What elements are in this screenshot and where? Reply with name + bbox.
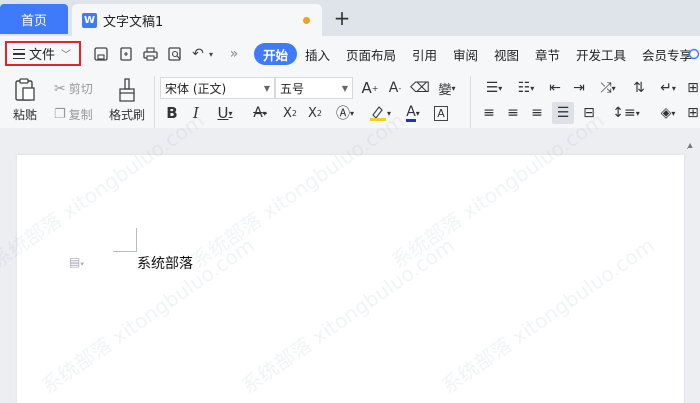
document-tab[interactable]: W 文字文稿1 [72,4,322,36]
menu-tabs: 开始 插入 页面布局 引用 审阅 视图 章节 开发工具 会员专享 [254,42,700,66]
strikethrough-icon[interactable]: A ▾ [246,102,274,124]
highlight-color-icon[interactable]: ▾ [365,102,395,124]
font-name-value: 宋体 (正文) [165,81,227,96]
search-icon[interactable] [688,44,700,64]
bullet-list-icon[interactable]: ☰ ▾ [480,77,508,99]
align-center-icon[interactable]: ≡ [504,102,522,124]
tab-review[interactable]: 审阅 [445,43,486,65]
print-preview-icon[interactable] [166,44,184,64]
divider [470,76,471,128]
margin-marker-vertical [136,228,137,252]
unsaved-indicator-icon [303,17,310,24]
justify-icon[interactable]: ☰ [552,102,574,124]
file-menu-button[interactable]: 文件 ﹀ [5,41,81,66]
tab-developer[interactable]: 开发工具 [568,43,634,65]
tab-page-layout[interactable]: 页面布局 [338,43,404,65]
more-double-chevron-icon[interactable]: » [227,44,241,64]
tab-references[interactable]: 引用 [404,43,445,65]
paste-dropdown-chevron-icon[interactable]: ▾ [30,108,34,117]
home-tab[interactable]: 首页 [0,4,68,34]
chinese-layout-icon[interactable]: ⤮ ▾ [594,77,622,99]
hamburger-icon [13,48,25,59]
align-right-icon[interactable]: ≡ [528,102,546,124]
chevron-down-icon: ﹀ [61,50,72,61]
writer-doc-icon: W [82,12,97,28]
increase-font-size-icon[interactable]: A + [361,77,379,99]
format-painter-label: 格式刷 [108,108,145,122]
tab-insert[interactable]: 插入 [297,43,338,65]
numbered-list-icon[interactable]: ☷ ▾ [512,77,540,99]
copy-button[interactable]: ❐ 复制 [54,106,93,123]
borders-icon[interactable]: ⊞ [686,102,700,124]
font-color-icon[interactable]: A ▾ [399,102,427,124]
brush-icon [119,78,135,102]
paragraph-handle-icon[interactable]: ▤▾ [69,255,84,269]
chevron-down-icon: ▼ [263,83,270,93]
italic-icon[interactable]: I [187,102,205,124]
clear-formatting-eraser-icon[interactable]: ⌫ [410,77,430,99]
cut-label: 剪切 [68,82,93,96]
tab-home[interactable]: 开始 [254,43,297,65]
show-hide-marks-icon[interactable]: ↵ ▾ [654,77,682,99]
align-left-icon[interactable]: ≡ [480,102,498,124]
bold-icon[interactable]: B [163,102,181,124]
cut-button[interactable]: ✂ 剪切 [54,80,93,97]
tab-bar: 首页 W 文字文稿1 + [0,0,700,36]
shading-icon[interactable]: ◈ ▾ [654,102,682,124]
home-tab-label: 首页 [20,13,47,29]
format-painter-button[interactable]: 格式刷 [106,78,148,123]
decrease-indent-icon[interactable]: ⇤ [546,77,564,99]
export-pdf-icon[interactable] [117,44,135,64]
document-page[interactable]: ▤▾ 系统部落 [17,155,684,403]
new-tab-plus-icon[interactable]: + [330,6,354,30]
document-body-text[interactable]: 系统部落 [137,253,193,273]
character-border-icon[interactable]: A [432,102,450,124]
subscript-icon[interactable]: X2 [305,102,325,124]
distributed-align-icon[interactable]: ⊟ [580,102,598,124]
tab-section[interactable]: 章节 [527,43,568,65]
margin-marker-horizontal [113,251,137,252]
document-area: ▤▾ 系统部落 [0,128,700,403]
paste-button[interactable]: 粘贴 [8,78,42,123]
undo-icon[interactable]: ↶ [190,44,206,64]
print-icon[interactable] [141,44,159,64]
decrease-font-size-icon[interactable]: A- [386,77,404,99]
copy-label: 复制 [68,108,93,122]
clipboard-icon [15,78,35,101]
text-effect-icon[interactable]: Ⓐ ▾ [331,102,359,124]
copy-icon: ❐ [54,107,66,122]
font-size-select[interactable]: 五号 ▼ [275,77,353,99]
undo-dropdown-chevron-icon[interactable]: ▾ [206,44,216,64]
vertical-scrollbar[interactable] [688,148,696,403]
file-menu-label: 文件 [29,48,56,63]
tab-view[interactable]: 视图 [486,43,527,65]
line-spacing-icon[interactable]: ↕≡ ▾ [612,102,640,124]
more-paragraph-icon[interactable]: ⊞ [686,77,700,99]
document-tab-label: 文字文稿1 [103,14,164,30]
increase-indent-icon[interactable]: ⇥ [570,77,588,99]
save-icon[interactable] [92,44,110,64]
font-size-value: 五号 [280,81,305,96]
font-name-select[interactable]: 宋体 (正文) ▼ [160,77,275,99]
divider [154,76,155,128]
phonetic-guide-icon[interactable]: 變 ▾ [436,77,458,99]
sort-icon[interactable]: ⇅ [630,77,648,99]
scissors-icon: ✂ [54,80,66,97]
chevron-down-icon: ▼ [341,83,348,93]
underline-icon[interactable]: U ▾ [211,102,239,124]
superscript-icon[interactable]: X2 [280,102,300,124]
